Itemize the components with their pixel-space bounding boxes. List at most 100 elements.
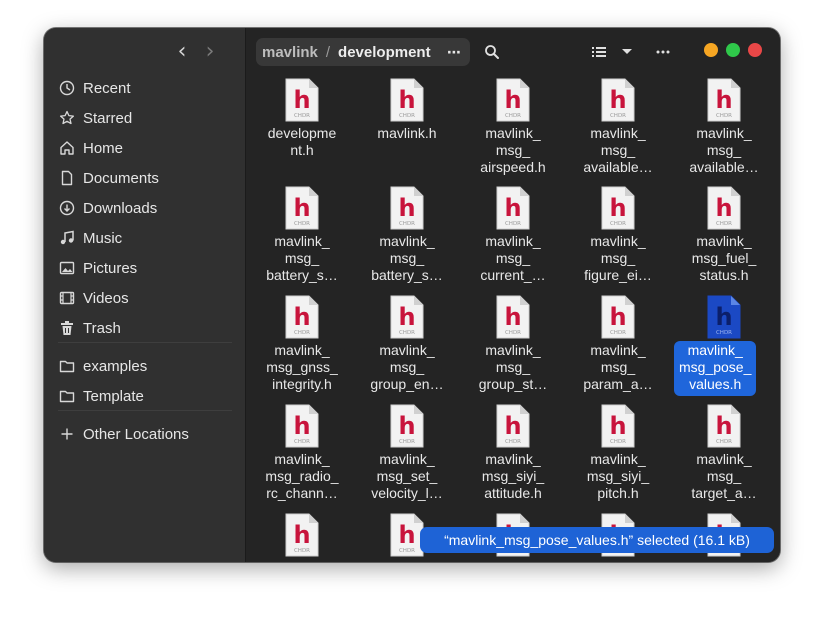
file-name-line: msg_: [600, 359, 636, 375]
star-icon: [58, 109, 76, 127]
c-header-file-icon: h CHDR: [707, 404, 741, 448]
svg-text:CHDR: CHDR: [610, 221, 626, 227]
c-header-file-icon: h CHDR: [390, 404, 424, 448]
c-header-file-icon: h CHDR: [390, 513, 424, 557]
file-name: mavlink_ msg_radio_ rc_chann…: [260, 450, 343, 505]
file-name-line: mavlink_: [590, 342, 646, 358]
sidebar: ‹ › Recent Starred Home Documents Downloads M…: [44, 28, 245, 562]
svg-text:CHDR: CHDR: [505, 330, 521, 336]
svg-text:h: h: [293, 412, 310, 440]
file-name-line: mavlink_: [379, 233, 435, 249]
c-header-file-icon: h CHDR: [496, 78, 530, 122]
c-header-file-icon: h CHDR: [496, 186, 530, 230]
file-name-line: mavlink_: [590, 125, 646, 141]
search-button[interactable]: [480, 40, 504, 64]
sidebar-item-other-locations[interactable]: Other Locations: [58, 420, 238, 448]
file-name: mavlink_ msg_siyi_ pitch.h: [582, 450, 654, 505]
file-name-line: attitude.h: [484, 485, 542, 501]
sidebar-item-pictures[interactable]: Pictures: [58, 254, 238, 282]
file-name-line: msg_pose_: [679, 359, 752, 375]
file-name: mavlink_ msg_siyi_ attitude.h: [477, 450, 549, 505]
sidebar-separator: [58, 410, 232, 411]
svg-text:CHDR: CHDR: [294, 439, 310, 445]
breadcrumb-parent[interactable]: mavlink: [262, 44, 318, 61]
sidebar-item-label: Home: [83, 139, 124, 157]
close-button[interactable]: [748, 43, 762, 57]
svg-text:CHDR: CHDR: [399, 113, 415, 119]
sidebar-item-label: examples: [83, 357, 148, 375]
svg-text:CHDR: CHDR: [294, 221, 310, 227]
main-menu-button[interactable]: [650, 40, 676, 64]
file-name: mavlink_ msg_ available…: [684, 124, 763, 179]
minimize-button[interactable]: [704, 43, 718, 57]
sidebar-item-label: Recent: [83, 79, 131, 97]
sidebar-item-music[interactable]: Music: [58, 224, 238, 252]
svg-text:h: h: [609, 412, 626, 440]
file-name-line: velocity_l…: [371, 485, 443, 501]
file-name-line: nt.h: [290, 142, 314, 158]
file-name-line: mavlink_: [379, 451, 435, 467]
view-options-button[interactable]: [616, 40, 638, 64]
path-menu-button[interactable]: ⋯: [447, 44, 462, 61]
sidebar-item-examples[interactable]: examples: [58, 352, 238, 380]
file-name-line: target_a…: [691, 485, 757, 501]
chevron-down-icon: [622, 49, 632, 54]
file-name-line: msg_: [495, 250, 531, 266]
videos-icon: [58, 289, 76, 307]
more-icon: [656, 50, 670, 54]
maximize-button[interactable]: [726, 43, 740, 57]
sidebar-item-recent[interactable]: Recent: [58, 74, 238, 102]
status-bar: “mavlink_msg_pose_values.h” selected (16…: [420, 527, 774, 553]
c-header-file-icon: h CHDR: [496, 295, 530, 339]
c-header-file-icon: h CHDR: [601, 78, 635, 122]
file-name-line: mavlink_: [485, 233, 541, 249]
sidebar-item-label: Starred: [83, 109, 133, 127]
c-header-file-icon: h CHDR: [707, 78, 741, 122]
plus-icon: [58, 425, 76, 443]
list-view-icon: [592, 47, 606, 57]
svg-text:h: h: [398, 303, 415, 331]
sidebar-item-documents[interactable]: Documents: [58, 164, 238, 192]
sidebar-item-trash[interactable]: Trash: [58, 314, 238, 342]
c-header-file-icon: h CHDR: [601, 404, 635, 448]
c-header-file-icon: h CHDR: [390, 78, 424, 122]
file-name-line: mavlink_: [696, 233, 752, 249]
file-name-line: param_a…: [583, 376, 653, 392]
sidebar-item-label: Trash: [83, 319, 121, 337]
sidebar-item-downloads[interactable]: Downloads: [58, 194, 238, 222]
svg-text:h: h: [504, 412, 521, 440]
clock-icon: [58, 79, 76, 97]
file-name: developme nt.h: [263, 124, 342, 162]
file-name-line: airspeed.h: [480, 159, 546, 175]
back-button[interactable]: ‹: [170, 40, 194, 64]
sidebar-separator: [58, 342, 232, 343]
music-icon: [58, 229, 76, 247]
file-name-line: msg_set_: [376, 468, 438, 484]
path-bar[interactable]: mavlink / development ⋯: [256, 38, 470, 66]
file-name-line: msg_siyi_: [481, 468, 545, 484]
file-name-line: msg_: [389, 359, 425, 375]
file-name-line: mavlink.h: [377, 125, 437, 141]
file-name-line: developme: [267, 125, 337, 141]
sidebar-item-template[interactable]: Template: [58, 382, 238, 410]
svg-text:CHDR: CHDR: [610, 113, 626, 119]
file-name-line: battery_s…: [371, 267, 443, 283]
svg-text:h: h: [293, 303, 310, 331]
file-name-line: mavlink_: [696, 125, 752, 141]
sidebar-item-videos[interactable]: Videos: [58, 284, 238, 312]
svg-text:h: h: [715, 303, 732, 331]
svg-text:CHDR: CHDR: [294, 330, 310, 336]
file-name-line: current_…: [480, 267, 546, 283]
svg-text:CHDR: CHDR: [399, 548, 415, 554]
breadcrumb-current[interactable]: development: [338, 44, 431, 61]
file-name-line: msg_: [706, 468, 742, 484]
sidebar-item-label: Videos: [83, 289, 129, 307]
sidebar-item-home[interactable]: Home: [58, 134, 238, 162]
svg-text:CHDR: CHDR: [294, 548, 310, 554]
forward-button[interactable]: ›: [198, 40, 222, 64]
sidebar-item-starred[interactable]: Starred: [58, 104, 238, 132]
view-list-button[interactable]: [588, 40, 610, 64]
file-name: mavlink_ msg_ target_a…: [686, 450, 761, 505]
file-name-line: msg_siyi_: [586, 468, 650, 484]
file-name: mavlink_ msg_set_ velocity_l…: [366, 450, 448, 505]
